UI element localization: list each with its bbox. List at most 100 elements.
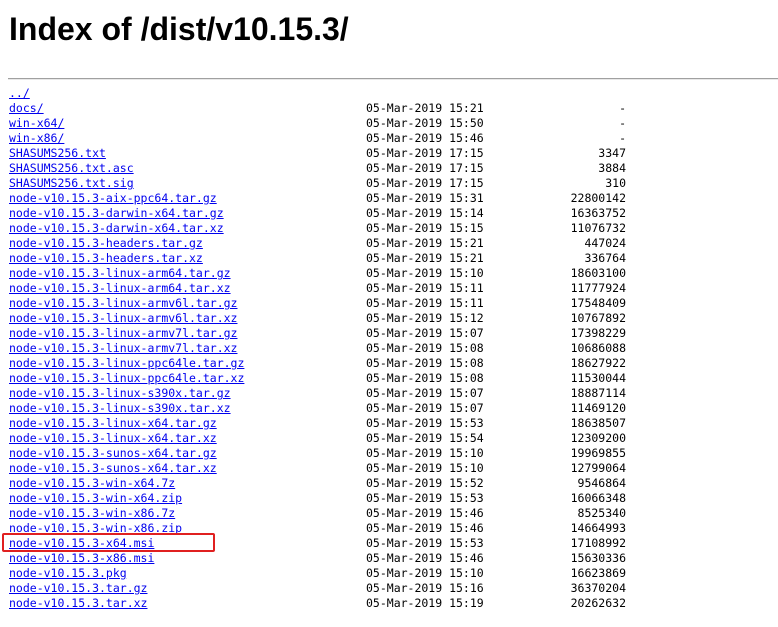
listing-row: node-v10.15.3.tar.xz 05-Mar-2019 15:19 202…	[9, 596, 778, 611]
file-link[interactable]: node-v10.15.3-sunos-x64.tar.xz	[9, 461, 217, 475]
modified-date: 05-Mar-2019 15:53	[366, 416, 484, 430]
modified-date: 05-Mar-2019 15:16	[366, 581, 484, 595]
file-size: 22800142	[570, 191, 626, 205]
file-size: 11777924	[570, 281, 626, 295]
modified-date: 05-Mar-2019 15:19	[366, 596, 484, 610]
file-link[interactable]: node-v10.15.3-sunos-x64.tar.gz	[9, 446, 217, 460]
modified-date: 05-Mar-2019 15:53	[366, 491, 484, 505]
file-link[interactable]: node-v10.15.3.pkg	[9, 566, 127, 580]
file-link[interactable]: node-v10.15.3-linux-arm64.tar.xz	[9, 281, 231, 295]
file-size: 9546864	[577, 476, 626, 490]
listing-row: SHASUMS256.txt 05-Mar-2019 17:15 3347	[9, 146, 778, 161]
file-size: 17108992	[570, 536, 626, 550]
modified-date: 05-Mar-2019 15:11	[366, 281, 484, 295]
file-link[interactable]: node-v10.15.3-linux-ppc64le.tar.xz	[9, 371, 244, 385]
modified-date: 05-Mar-2019 15:46	[366, 131, 484, 145]
file-link[interactable]: node-v10.15.3-linux-x64.tar.xz	[9, 431, 217, 445]
listing-row: win-x86/05-Mar-2019 15:46 -	[9, 131, 778, 146]
listing-row: node-v10.15.3-linux-x64.tar.gz 05-Mar-201…	[9, 416, 778, 431]
file-link[interactable]: node-v10.15.3-linux-armv6l.tar.gz	[9, 296, 237, 310]
file-listing: ../docs/05-Mar-2019 15:21 - win-x64/05-Mar…	[9, 86, 778, 611]
file-link[interactable]: node-v10.15.3-linux-armv7l.tar.gz	[9, 326, 237, 340]
listing-row: SHASUMS256.txt.sig 05-Mar-2019 17:15 310	[9, 176, 778, 191]
file-link[interactable]: node-v10.15.3-win-x86.zip	[9, 521, 182, 535]
file-size: 11076732	[570, 221, 626, 235]
modified-date: 05-Mar-2019 15:12	[366, 311, 484, 325]
listing-row: node-v10.15.3-aix-ppc64.tar.gz 05-Mar-201…	[9, 191, 778, 206]
file-link[interactable]: node-v10.15.3-linux-x64.tar.gz	[9, 416, 217, 430]
listing-row: node-v10.15.3-x86.msi 05-Mar-2019 15:46 15…	[9, 551, 778, 566]
listing-row: node-v10.15.3.tar.gz 05-Mar-2019 15:16 363…	[9, 581, 778, 596]
file-size: 20262632	[570, 596, 626, 610]
listing-row: node-v10.15.3-linux-armv7l.tar.xz 05-Mar-…	[9, 341, 778, 356]
modified-date: 05-Mar-2019 15:52	[366, 476, 484, 490]
listing-row: node-v10.15.3-darwin-x64.tar.xz 05-Mar-20…	[9, 221, 778, 236]
file-link[interactable]: node-v10.15.3-headers.tar.gz	[9, 236, 203, 250]
file-link[interactable]: node-v10.15.3-x64.msi	[9, 536, 154, 550]
file-link[interactable]: node-v10.15.3-linux-s390x.tar.xz	[9, 401, 231, 415]
file-link[interactable]: SHASUMS256.txt.asc	[9, 161, 134, 175]
file-link[interactable]: docs/	[9, 101, 44, 115]
modified-date: 05-Mar-2019 15:07	[366, 401, 484, 415]
file-size: 18638507	[570, 416, 626, 430]
listing-row: node-v10.15.3-headers.tar.gz 05-Mar-2019 …	[9, 236, 778, 251]
modified-date: 05-Mar-2019 15:07	[366, 386, 484, 400]
modified-date: 05-Mar-2019 17:15	[366, 146, 484, 160]
top-divider	[8, 78, 778, 80]
file-link[interactable]: node-v10.15.3-darwin-x64.tar.xz	[9, 221, 224, 235]
file-size: 8525340	[577, 506, 626, 520]
file-size: 36370204	[570, 581, 626, 595]
file-link[interactable]: win-x64/	[9, 116, 64, 130]
file-link[interactable]: node-v10.15.3.tar.gz	[9, 581, 147, 595]
listing-row: docs/05-Mar-2019 15:21 -	[9, 101, 778, 116]
listing-row: node-v10.15.3-linux-armv6l.tar.xz 05-Mar-…	[9, 311, 778, 326]
file-size: 18887114	[570, 386, 626, 400]
modified-date: 05-Mar-2019 15:10	[366, 566, 484, 580]
listing-row: node-v10.15.3-win-x86.zip 05-Mar-2019 15:…	[9, 521, 778, 536]
modified-date: 05-Mar-2019 15:14	[366, 206, 484, 220]
file-size: 19969855	[570, 446, 626, 460]
file-size: 18603100	[570, 266, 626, 280]
file-link[interactable]: win-x86/	[9, 131, 64, 145]
listing-row: node-v10.15.3-linux-x64.tar.xz 05-Mar-201…	[9, 431, 778, 446]
file-link[interactable]: node-v10.15.3-linux-armv7l.tar.xz	[9, 341, 237, 355]
file-link[interactable]: node-v10.15.3-aix-ppc64.tar.gz	[9, 191, 217, 205]
file-link[interactable]: SHASUMS256.txt	[9, 146, 106, 160]
listing-row: node-v10.15.3-linux-armv7l.tar.gz 05-Mar-…	[9, 326, 778, 341]
listing-row: node-v10.15.3-win-x86.7z 05-Mar-2019 15:4…	[9, 506, 778, 521]
listing-row: node-v10.15.3-x64.msi 05-Mar-2019 15:53 17…	[9, 536, 778, 551]
file-link[interactable]: node-v10.15.3-headers.tar.xz	[9, 251, 203, 265]
file-link[interactable]: node-v10.15.3-darwin-x64.tar.gz	[9, 206, 224, 220]
file-size: -	[619, 116, 626, 130]
file-size: 3347	[598, 146, 626, 160]
listing-row: node-v10.15.3-win-x64.zip 05-Mar-2019 15:…	[9, 491, 778, 506]
file-size: 3884	[598, 161, 626, 175]
file-link[interactable]: node-v10.15.3-linux-armv6l.tar.xz	[9, 311, 237, 325]
modified-date: 05-Mar-2019 15:15	[366, 221, 484, 235]
file-size: -	[619, 101, 626, 115]
modified-date: 05-Mar-2019 15:21	[366, 101, 484, 115]
page-title: Index of /dist/v10.15.3/	[9, 11, 349, 47]
file-link[interactable]: node-v10.15.3-x86.msi	[9, 551, 154, 565]
file-link[interactable]: node-v10.15.3.tar.xz	[9, 596, 147, 610]
file-link[interactable]: node-v10.15.3-win-x86.7z	[9, 506, 175, 520]
file-link[interactable]: SHASUMS256.txt.sig	[9, 176, 134, 190]
file-link[interactable]: node-v10.15.3-win-x64.7z	[9, 476, 175, 490]
listing-row: node-v10.15.3.pkg 05-Mar-2019 15:10 166238…	[9, 566, 778, 581]
modified-date: 05-Mar-2019 15:53	[366, 536, 484, 550]
file-link[interactable]: node-v10.15.3-linux-arm64.tar.gz	[9, 266, 231, 280]
modified-date: 05-Mar-2019 15:10	[366, 461, 484, 475]
listing-row: node-v10.15.3-darwin-x64.tar.gz 05-Mar-20…	[9, 206, 778, 221]
file-link[interactable]: node-v10.15.3-win-x64.zip	[9, 491, 182, 505]
listing-row: node-v10.15.3-linux-arm64.tar.gz 05-Mar-2…	[9, 266, 778, 281]
file-link[interactable]: node-v10.15.3-linux-s390x.tar.gz	[9, 386, 231, 400]
modified-date: 05-Mar-2019 15:46	[366, 521, 484, 535]
file-link[interactable]: node-v10.15.3-linux-ppc64le.tar.gz	[9, 356, 244, 370]
file-size: -	[619, 131, 626, 145]
file-size: 310	[605, 176, 626, 190]
file-link[interactable]: ../	[9, 86, 30, 100]
modified-date: 05-Mar-2019 15:08	[366, 356, 484, 370]
modified-date: 05-Mar-2019 15:21	[366, 236, 484, 250]
file-size: 18627922	[570, 356, 626, 370]
modified-date: 05-Mar-2019 15:10	[366, 446, 484, 460]
